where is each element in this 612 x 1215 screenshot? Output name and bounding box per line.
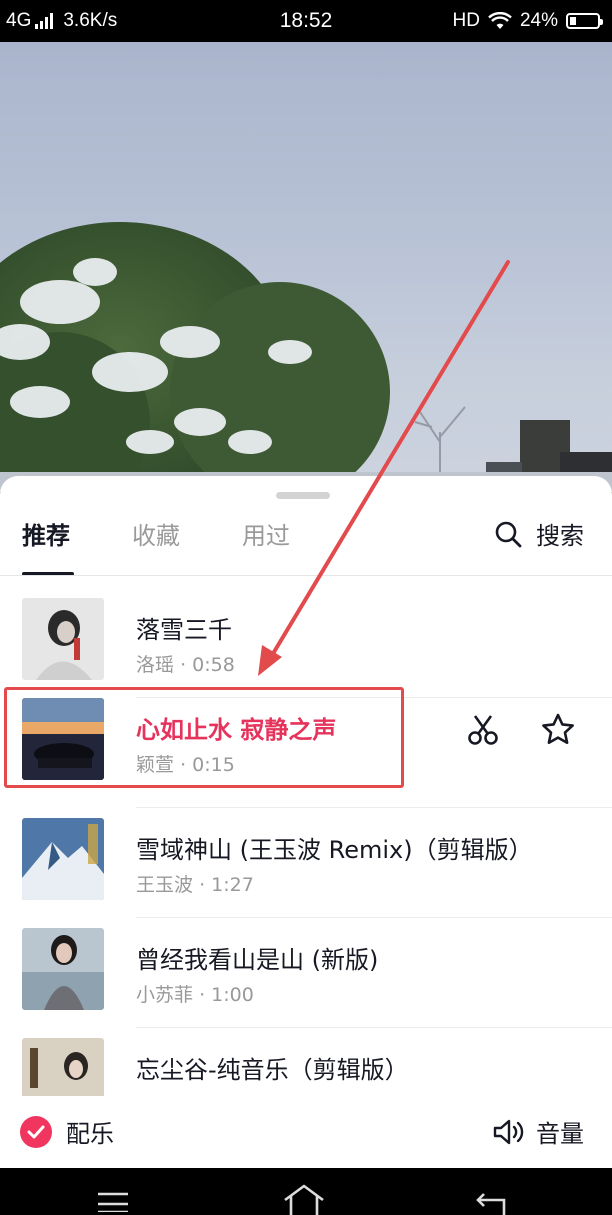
tab-bar: 推荐 收藏 用过 搜索 [0,516,612,576]
volume-label: 音量 [536,1120,584,1148]
status-bar: 4G 3.6K/s 18:52 HD 24% [0,0,612,42]
back-icon[interactable] [474,1182,510,1215]
song-row-selected[interactable]: 心如止水 寂静之声 颖萱 · 0:15 [0,687,612,808]
drag-handle[interactable] [276,492,330,499]
album-cover [22,818,104,900]
song-meta: 小苏菲 · 1:00 [136,984,254,1006]
music-toggle[interactable]: 配乐 [20,1114,114,1149]
tab-favorites[interactable]: 收藏 [132,516,180,551]
music-label: 配乐 [66,1120,114,1148]
song-title: 雪域神山 (王玉波 Remix)（剪辑版） [136,836,533,864]
song-title: 曾经我看山是山 (新版) [136,946,379,974]
status-right: HD 24% [452,10,603,32]
song-title: 落雪三千 [136,616,232,644]
video-preview[interactable] [0,42,612,492]
search-label: 搜索 [536,522,584,550]
search-button[interactable]: 搜索 [494,516,584,551]
menu-icon[interactable] [96,1182,130,1212]
speaker-icon [493,1119,524,1144]
album-cover [22,928,104,1010]
highlight-annotation-box [4,687,404,788]
hd-badge: HD [452,10,480,31]
song-title: 忘尘谷-纯音乐（剪辑版） [136,1056,409,1084]
tab-divider [0,575,612,576]
video-scene [0,222,612,492]
check-icon [20,1115,52,1148]
home-icon[interactable] [282,1180,326,1215]
song-list[interactable]: 落雪三千 洛瑶 · 0:58 心如止水 寂静之声 颖萱 · 0:15 雪域神山 … [0,588,612,1096]
search-icon [495,521,522,547]
tab-used[interactable]: 用过 [242,516,290,551]
bottom-controls: 配乐 音量 [0,1096,612,1168]
battery-percent: 24% [519,10,558,31]
row-actions [466,712,576,748]
song-row[interactable]: 曾经我看山是山 (新版) 小苏菲 · 1:00 [0,918,612,1028]
song-meta: 洛瑶 · 0:58 [136,654,235,676]
star-icon[interactable] [540,712,576,748]
wifi-icon [488,12,512,29]
tab-recommend[interactable]: 推荐 [22,516,70,551]
album-cover [22,1038,104,1096]
album-cover [22,598,104,680]
volume-button[interactable]: 音量 [492,1114,584,1149]
music-panel: 推荐 收藏 用过 搜索 落雪三千 洛瑶 · 0:58 心如止水 寂静之声 颖萱 … [0,476,612,1168]
song-row[interactable]: 忘尘谷-纯音乐（剪辑版） [0,1028,612,1096]
song-row[interactable]: 雪域神山 (王玉波 Remix)（剪辑版） 王玉波 · 1:27 [0,808,612,918]
song-row[interactable]: 落雪三千 洛瑶 · 0:58 [0,588,612,698]
system-nav-bar [0,1168,612,1215]
battery-icon [566,13,603,29]
song-meta: 王玉波 · 1:27 [136,874,254,896]
scissors-icon[interactable] [466,713,500,747]
